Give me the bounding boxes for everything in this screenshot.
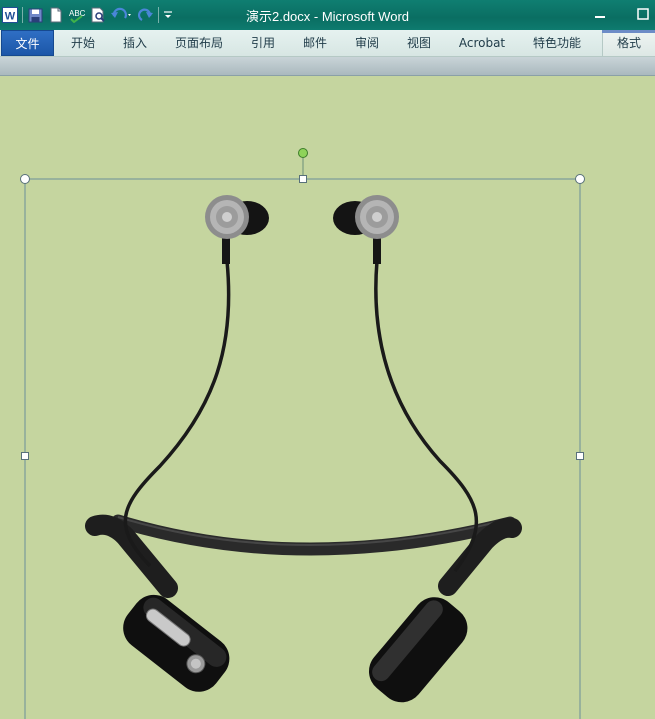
selection-frame bbox=[24, 178, 581, 719]
tab-insert[interactable]: 插入 bbox=[112, 30, 158, 56]
tab-view[interactable]: 视图 bbox=[396, 30, 442, 56]
right-cable bbox=[374, 260, 479, 573]
left-earbud bbox=[205, 195, 269, 264]
title-bar: W ABC 演示2.docx - Microsoft Word bbox=[0, 0, 655, 30]
tab-home[interactable]: 开始 bbox=[60, 30, 106, 56]
contextual-tab-indicator bbox=[602, 30, 655, 33]
resize-handle-top bbox=[299, 175, 307, 183]
tab-review[interactable]: 审阅 bbox=[344, 30, 390, 56]
left-cable bbox=[123, 260, 231, 568]
resize-handle-top-left bbox=[20, 174, 30, 184]
resize-handle-right bbox=[576, 452, 584, 460]
tab-file[interactable]: 文件 bbox=[1, 30, 54, 56]
tab-format[interactable]: 格式 bbox=[602, 30, 655, 56]
resize-handle-left bbox=[21, 452, 29, 460]
document-area[interactable] bbox=[0, 76, 655, 719]
tab-acrobat[interactable]: Acrobat bbox=[452, 30, 512, 56]
window-title: 演示2.docx - Microsoft Word bbox=[245, 9, 410, 24]
ribbon-collapsed-bar bbox=[0, 57, 655, 76]
resize-handle-top-right bbox=[575, 174, 585, 184]
tab-mailings[interactable]: 邮件 bbox=[292, 30, 338, 56]
rotation-handle bbox=[298, 148, 308, 158]
minimize-icon[interactable] bbox=[590, 4, 610, 24]
maximize-icon[interactable] bbox=[633, 4, 653, 24]
ribbon-tab-bar: 文件 开始 插入 页面布局 引用 邮件 审阅 视图 Acrobat 特色功能 格… bbox=[0, 30, 655, 57]
right-earbud bbox=[333, 195, 399, 264]
left-control-pod bbox=[123, 594, 230, 692]
right-control-pod bbox=[368, 597, 468, 703]
earphone-image[interactable] bbox=[0, 76, 655, 719]
tab-special-features[interactable]: 特色功能 bbox=[524, 30, 590, 56]
tab-page-layout[interactable]: 页面布局 bbox=[168, 30, 230, 56]
tab-references[interactable]: 引用 bbox=[240, 30, 286, 56]
